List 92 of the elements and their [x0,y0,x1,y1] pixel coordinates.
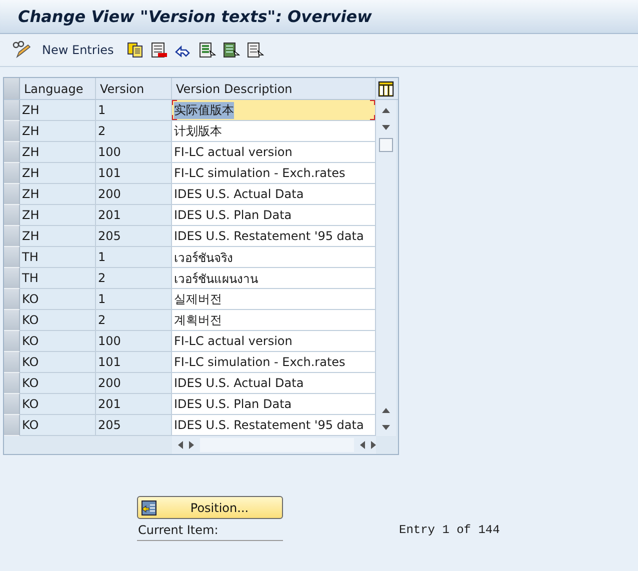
description-field[interactable]: FI-LC simulation - Exch.rates [172,352,376,373]
description-field[interactable]: IDES U.S. Restatement '95 data [172,415,376,436]
scroll-down-arrow-icon[interactable] [382,125,390,130]
table-cell: ZH [20,205,96,226]
scroll-left-arrow-icon[interactable] [360,441,365,449]
table-cell: 100 [96,142,172,163]
scroll-left-arrow-icon[interactable] [178,441,183,449]
row-selector[interactable] [4,310,20,331]
description-field[interactable]: IDES U.S. Plan Data [172,205,376,226]
table-cell: 2 [96,268,172,289]
table-cell: ZH [20,184,96,205]
table-cell: ZH [20,100,96,121]
table-cell: 205 [96,226,172,247]
table-cell: TH [20,247,96,268]
table-cell: KO [20,331,96,352]
delete-row-icon[interactable] [150,41,168,59]
vertical-scrollbar[interactable] [376,100,396,436]
table-cell: 2 [96,310,172,331]
scroll-up-arrow-icon[interactable] [382,408,390,413]
select-all-icon[interactable] [198,41,216,59]
position-button[interactable]: Position... [137,496,283,519]
table-cell: ZH [20,226,96,247]
row-selector[interactable] [4,247,20,268]
current-item-label: Current Item: [137,523,283,541]
table-cell: 200 [96,184,172,205]
copy-icon[interactable] [126,41,144,59]
description-field[interactable]: IDES U.S. Plan Data [172,394,376,415]
pencil-glasses-icon[interactable] [12,41,32,59]
table-cell: 2 [96,121,172,142]
column-header[interactable]: Language [20,78,96,99]
table-cell: 201 [96,394,172,415]
description-field[interactable]: 실제버전 [172,289,376,310]
horizontal-scrollbar[interactable] [172,436,376,454]
row-selector[interactable] [4,268,20,289]
position-icon [141,500,157,516]
row-selector[interactable] [4,184,20,205]
description-field[interactable]: 实际值版本 [172,100,376,121]
description-field[interactable]: เวอร์ชันจริง [172,247,376,268]
row-selector[interactable] [4,289,20,310]
window-title: Change View "Version texts": Overview [18,7,372,26]
description-field[interactable]: 계획버전 [172,310,376,331]
deselect-all-icon[interactable] [246,41,264,59]
row-selector[interactable] [4,142,20,163]
row-selector[interactable] [4,415,20,436]
table-cell: 1 [96,247,172,268]
table-cell: KO [20,352,96,373]
column-header[interactable]: Version [96,78,172,99]
scroll-up-arrow-icon[interactable] [382,108,390,113]
description-field[interactable]: FI-LC actual version [172,331,376,352]
table-cell: 201 [96,205,172,226]
row-selector[interactable] [4,121,20,142]
select-block-icon[interactable] [222,41,240,59]
row-selector[interactable] [4,205,20,226]
description-field[interactable]: IDES U.S. Actual Data [172,373,376,394]
scroll-down-arrow-icon[interactable] [382,425,390,430]
table-cell: KO [20,394,96,415]
entry-count: Entry 1 of 144 [399,523,500,539]
table-cell: 200 [96,373,172,394]
scroll-right-arrow-icon[interactable] [371,441,376,449]
table-cell: ZH [20,121,96,142]
table-cell: KO [20,289,96,310]
table-cell: TH [20,268,96,289]
scroll-right-arrow-icon[interactable] [189,441,194,449]
column-settings-icon[interactable] [378,80,394,96]
row-selector[interactable] [4,100,20,121]
table-cell: ZH [20,142,96,163]
description-field[interactable]: IDES U.S. Restatement '95 data [172,226,376,247]
column-header[interactable]: Version Description [172,78,376,99]
description-field[interactable]: เวอร์ชันแผนงาน [172,268,376,289]
table-cell: 100 [96,331,172,352]
row-selector[interactable] [4,331,20,352]
table-cell: ZH [20,163,96,184]
description-field[interactable]: FI-LC simulation - Exch.rates [172,163,376,184]
table-cell: KO [20,415,96,436]
row-selector[interactable] [4,394,20,415]
row-selector[interactable] [4,373,20,394]
table-cell: KO [20,373,96,394]
select-all-corner[interactable] [4,78,20,99]
row-selector[interactable] [4,163,20,184]
table-cell: KO [20,310,96,331]
new-entries-button[interactable]: New Entries [38,43,118,57]
description-field[interactable]: IDES U.S. Actual Data [172,184,376,205]
scroll-thumb[interactable] [379,138,393,152]
table-cell: 205 [96,415,172,436]
row-selector[interactable] [4,352,20,373]
table-cell: 101 [96,352,172,373]
description-field[interactable]: 计划版本 [172,121,376,142]
table-cell: 101 [96,163,172,184]
table-cell: 1 [96,289,172,310]
table-cell: 1 [96,100,172,121]
row-selector[interactable] [4,226,20,247]
description-field[interactable]: FI-LC actual version [172,142,376,163]
